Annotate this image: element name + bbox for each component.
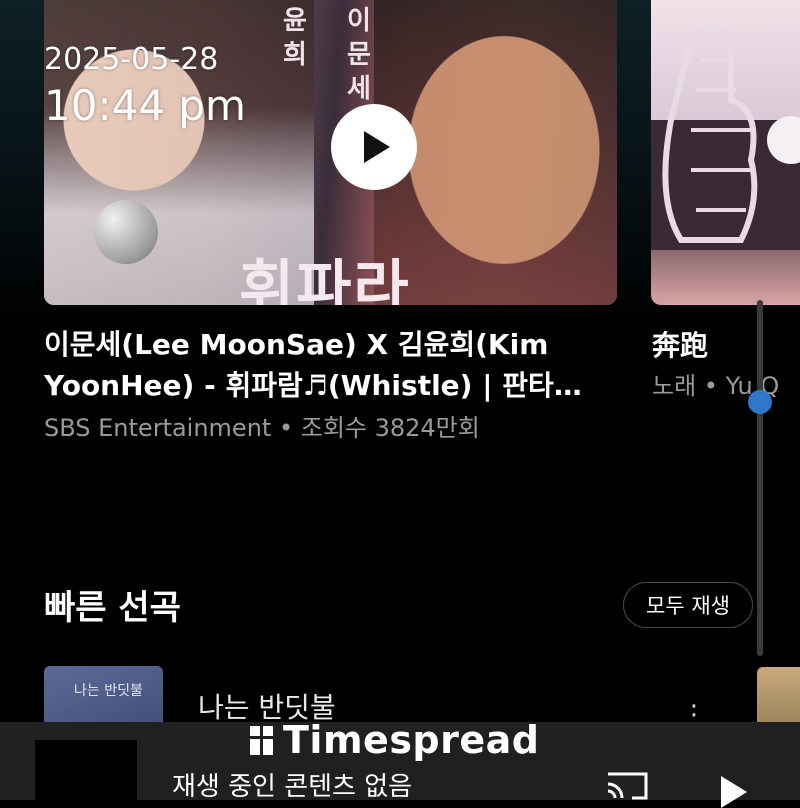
timestamp-date: 2025-05-28: [44, 42, 219, 77]
play-icon: [364, 131, 390, 163]
microphone-art: [94, 200, 158, 264]
watermark: Timespread: [250, 718, 540, 762]
quick-picks-title: 빠른 선곡: [44, 588, 181, 628]
play-button[interactable]: [331, 104, 417, 190]
video-title[interactable]: 이문세(Lee MoonSae) X 김윤희(Kim YoonHee) - 휘파…: [44, 324, 614, 406]
trophy-art: [651, 24, 800, 250]
scrollbar-thumb[interactable]: [748, 390, 772, 414]
scrollbar-track[interactable]: [757, 300, 763, 656]
timestamp-overlay: 2025-05-28 10:44 pm: [44, 40, 246, 132]
cast-icon[interactable]: [604, 770, 650, 800]
watermark-text: Timespread: [283, 718, 540, 762]
timestamp-time: 10:44 pm: [44, 81, 246, 130]
mini-player-title: 재생 중인 콘텐츠 없음: [172, 772, 413, 802]
play-all-button[interactable]: 모두 재생: [623, 582, 753, 628]
second-card-thumbnail[interactable]: [651, 0, 800, 305]
watermark-logo-icon: [250, 725, 273, 755]
thumbnail-vertical-text-2: 이 문 세: [347, 6, 371, 104]
mini-player-play-icon[interactable]: [721, 776, 747, 808]
mini-player-thumbnail: [35, 740, 137, 802]
second-card-title[interactable]: 奔跑: [652, 324, 708, 364]
quick-pick-thumbnail-text: 나는 반딧불: [74, 683, 143, 699]
thumbnail-title-text: 휘파라: [239, 254, 411, 305]
thumbnail-vertical-text-1: 윤 희: [283, 6, 307, 70]
video-meta: SBS Entertainment • 조회수 3824만회: [44, 414, 480, 442]
